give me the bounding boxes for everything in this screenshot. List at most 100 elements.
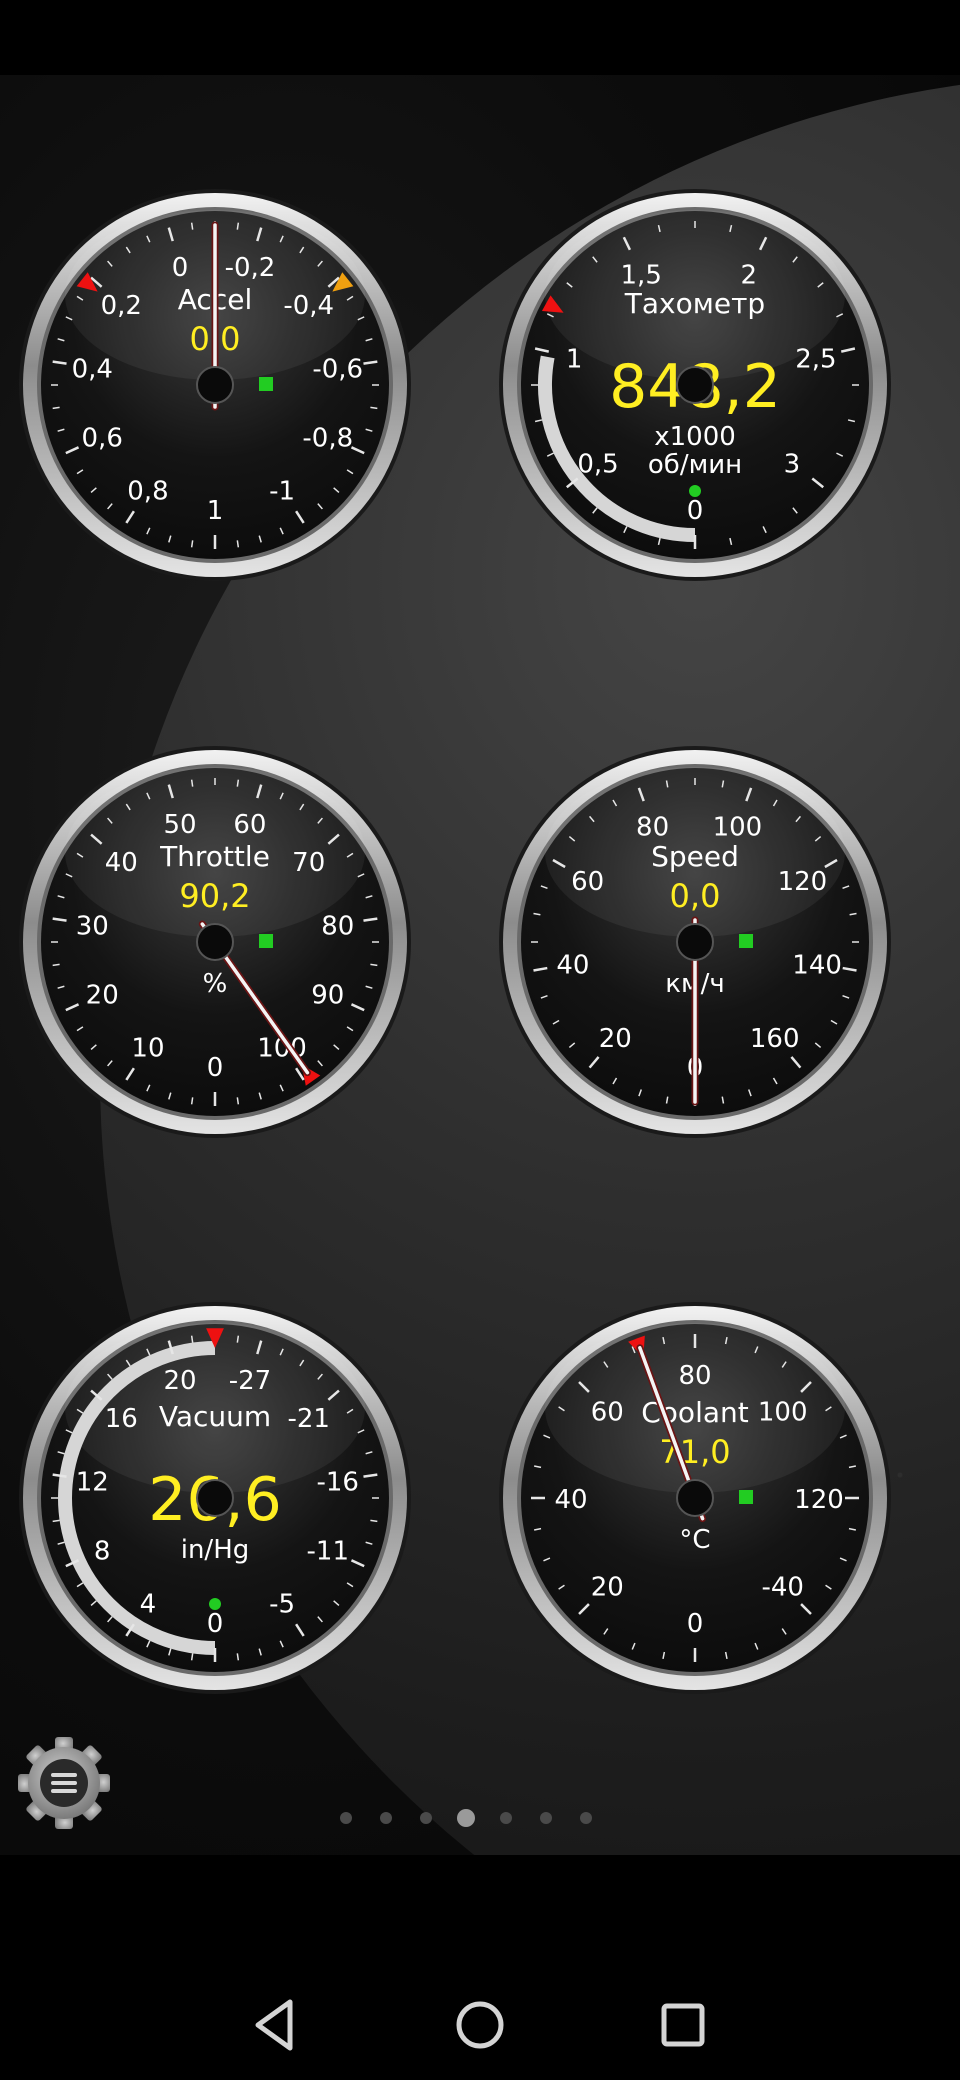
needle-hub (196, 1479, 234, 1517)
gauge-tick-label: 60 (233, 810, 266, 840)
gauge-unit: x1000 (654, 422, 736, 452)
status-indicator (209, 1598, 221, 1610)
gauge-unit: in/Hg (181, 1535, 250, 1565)
gauge-tick-label: -40 (761, 1573, 803, 1603)
gauge-tick-label: -0,8 (302, 424, 353, 454)
gauge-tick-label: 8 (94, 1537, 111, 1567)
gauge-tick-label: 120 (778, 867, 828, 897)
recents-button[interactable] (648, 1990, 718, 2060)
gauge-title: Throttle (159, 840, 270, 873)
gauge-tick-label: 20 (599, 1024, 632, 1054)
gauge-tick-label: 10 (131, 1033, 164, 1063)
status-indicator (259, 377, 273, 391)
page-dot[interactable] (500, 1812, 512, 1824)
page-dot[interactable] (540, 1812, 552, 1824)
gauge-tick-label: -0,4 (283, 291, 334, 321)
page-dot[interactable] (380, 1812, 392, 1824)
gauge-tick-label: 100 (713, 812, 763, 842)
gauge-tick-label: 20 (591, 1573, 624, 1603)
gauge-accel[interactable]: 10,80,60,40,20-0,2-0,4-0,6-0,8-1Accel0,0 (15, 185, 415, 585)
gauge-tick-label: 20 (86, 981, 119, 1011)
gauge-tick-label: 2,5 (795, 344, 836, 374)
gauge-tick-label: 12 (76, 1467, 109, 1497)
needle-hub (676, 366, 714, 404)
page-dot[interactable] (580, 1812, 592, 1824)
gauge-tick-label: -0,2 (225, 253, 276, 283)
gauge-throttle-dial: 01020304050 60708090100Throttle90,2% (19, 746, 411, 1138)
gauge-speed-dial: 020406080100120140160Speed0,0км/ч (499, 746, 891, 1138)
page-dot-active[interactable] (457, 1809, 475, 1827)
gauge-tick-label: 60 (571, 867, 604, 897)
needle-hub (196, 366, 234, 404)
gauge-tick-label: -5 (269, 1589, 295, 1619)
status-indicator (739, 934, 753, 948)
gauge-tick-label: 50 (164, 810, 197, 840)
gauge-tick-label: 40 (556, 951, 589, 981)
gauge-tick-label: 0,6 (82, 424, 123, 454)
gauge-title: Тахометр (624, 287, 765, 320)
gauge-tick-label: 0 (687, 496, 704, 526)
gauge-tick-label: 2 (741, 260, 758, 290)
gauge-tick-label: -27 (229, 1366, 271, 1396)
gauge-tick-label: 0,5 (577, 449, 618, 479)
gauge-tick-label: 90 (311, 981, 344, 1011)
gauge-tick-label: 160 (750, 1024, 800, 1054)
gauge-tick-label: 0,8 (127, 476, 168, 506)
gauge-tick-label: -21 (287, 1404, 329, 1434)
status-indicator (739, 1490, 753, 1504)
gauge-tick-label: 80 (636, 812, 669, 842)
gauge-value: 0,0 (670, 877, 721, 915)
gauge-tick-label: 140 (792, 951, 842, 981)
gauge-tick-label: 20 (164, 1366, 197, 1396)
gauge-tick-label: 80 (678, 1361, 711, 1391)
gauge-accel-dial: 10,80,60,40,20-0,2-0,4-0,6-0,8-1Accel0,0 (19, 189, 411, 581)
gauge-tachometer-dial: 00,511,522,53Тахометр848,2x1000об/мин (499, 189, 891, 581)
back-button[interactable] (240, 1990, 310, 2060)
gauge-vacuum[interactable]: 048121620-27-21-16-11-5Vacuum26,6in/Hg (15, 1298, 415, 1698)
gauge-unit: % (203, 969, 228, 999)
gauge-tick-label: 60 (591, 1397, 624, 1427)
page-indicator[interactable] (0, 1806, 960, 1830)
gauges-grid: 10,80,60,40,20-0,2-0,4-0,6-0,8-1Accel0,0… (0, 0, 960, 1780)
gauge-coolant[interactable]: 0 20 40 60 80 100 120 -40 Coolant 71,0 °C (495, 1298, 895, 1698)
gauge-tick-label: -11 (307, 1537, 349, 1567)
home-circle-icon (456, 2001, 504, 2049)
back-triangle-icon (255, 1999, 293, 2051)
gauge-vacuum-dial: 048121620-27-21-16-11-5Vacuum26,6in/Hg (19, 1302, 411, 1694)
gauge-tick-label: 30 (76, 911, 109, 941)
gauge-tick-label: 70 (292, 848, 325, 878)
gauge-tick-label: -0,6 (312, 354, 363, 384)
gauge-tick-label: 0 (207, 1609, 224, 1639)
gauge-tick-label: 0 (207, 1053, 224, 1083)
gauge-unit: °C (679, 1525, 710, 1555)
gauge-tick-label: 1,5 (621, 260, 662, 290)
gauge-tick-label: -1 (269, 476, 295, 506)
status-indicator (259, 934, 273, 948)
gauge-tachometer[interactable]: 00,511,522,53Тахометр848,2x1000об/мин (495, 185, 895, 585)
gauge-tick-label: 80 (321, 911, 354, 941)
gauge-title: Vacuum (159, 1400, 271, 1433)
gauge-title: Speed (651, 840, 739, 873)
gauge-tick-label: 0,4 (72, 354, 113, 384)
gauge-speed[interactable]: 020406080100120140160Speed0,0км/ч (495, 742, 895, 1142)
page-dot[interactable] (340, 1812, 352, 1824)
status-indicator (689, 485, 701, 497)
page-dot[interactable] (420, 1812, 432, 1824)
recents-square-icon (661, 2003, 705, 2047)
gauge-coolant-dial: 020406080100120-40Coolant71,0°C (499, 1302, 891, 1694)
gauge-tick-label: 0 (687, 1609, 704, 1639)
gauge-tick-label: 40 (105, 848, 138, 878)
gauge-tick-label: 4 (140, 1589, 157, 1619)
gauge-tick-label: -16 (317, 1467, 359, 1497)
gauge-tick-label: 1 (207, 496, 224, 526)
needle-hub (676, 923, 714, 961)
needle-hub (676, 1479, 714, 1517)
gauge-tick-label: 120 (794, 1485, 844, 1515)
gauge-throttle[interactable]: 0 10 20 30 40 50 60 70 80 90 100 Throttle 90,2% (15, 742, 415, 1142)
gauge-tick-label: 100 (758, 1397, 808, 1427)
gauge-tick-label: 0 (172, 253, 189, 283)
gauge-tick-label: 16 (105, 1404, 138, 1434)
home-button[interactable] (445, 1990, 515, 2060)
needle-hub (196, 923, 234, 961)
gauge-tick-label: 40 (554, 1485, 587, 1515)
